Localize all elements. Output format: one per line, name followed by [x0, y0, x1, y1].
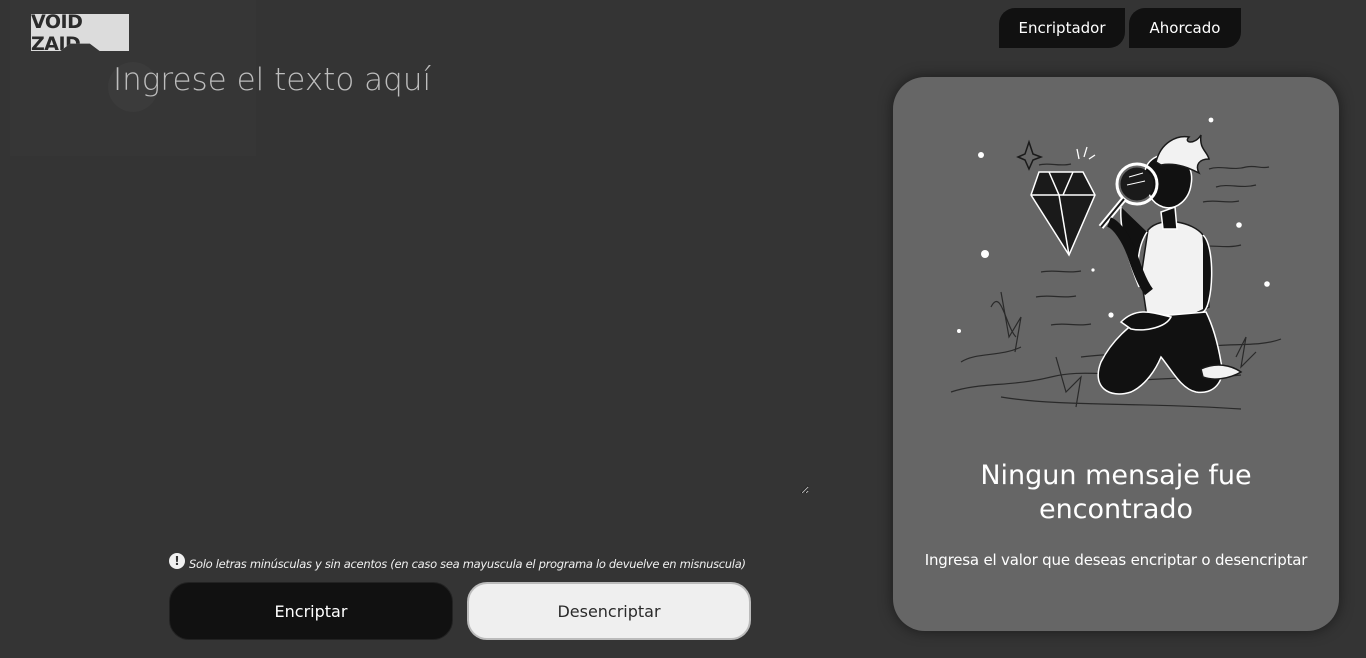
tab-encriptador[interactable]: Encriptador [999, 8, 1125, 48]
decrypt-button[interactable]: Desencriptar [467, 582, 751, 640]
text-input[interactable] [113, 62, 809, 494]
tab-encriptador-label: Encriptador [1018, 19, 1106, 37]
encrypt-button[interactable]: Encriptar [169, 582, 453, 640]
exclamation-circle-icon: ! [169, 553, 185, 569]
encrypt-button-label: Encriptar [274, 601, 348, 621]
result-subtitle: Ingresa el valor que deseas encriptar o … [924, 551, 1308, 569]
person-with-magnifier-illustration [950, 117, 1282, 410]
decrypt-button-label: Desencriptar [557, 601, 661, 621]
result-title: Ningun mensaje fue encontrado [980, 460, 1252, 525]
result-panel: Ningun mensaje fue encontrado Ingresa el… [893, 77, 1339, 631]
app-root: VOID ZAID Encriptador Ahorcado ! Solo le… [0, 0, 1366, 658]
input-hint-text: Solo letras minúsculas y sin acentos (en… [189, 557, 746, 571]
tab-ahorcado-label: Ahorcado [1149, 19, 1221, 37]
tab-ahorcado[interactable]: Ahorcado [1129, 8, 1241, 48]
input-hint: ! Solo letras minúsculas y sin acentos (… [169, 553, 746, 571]
